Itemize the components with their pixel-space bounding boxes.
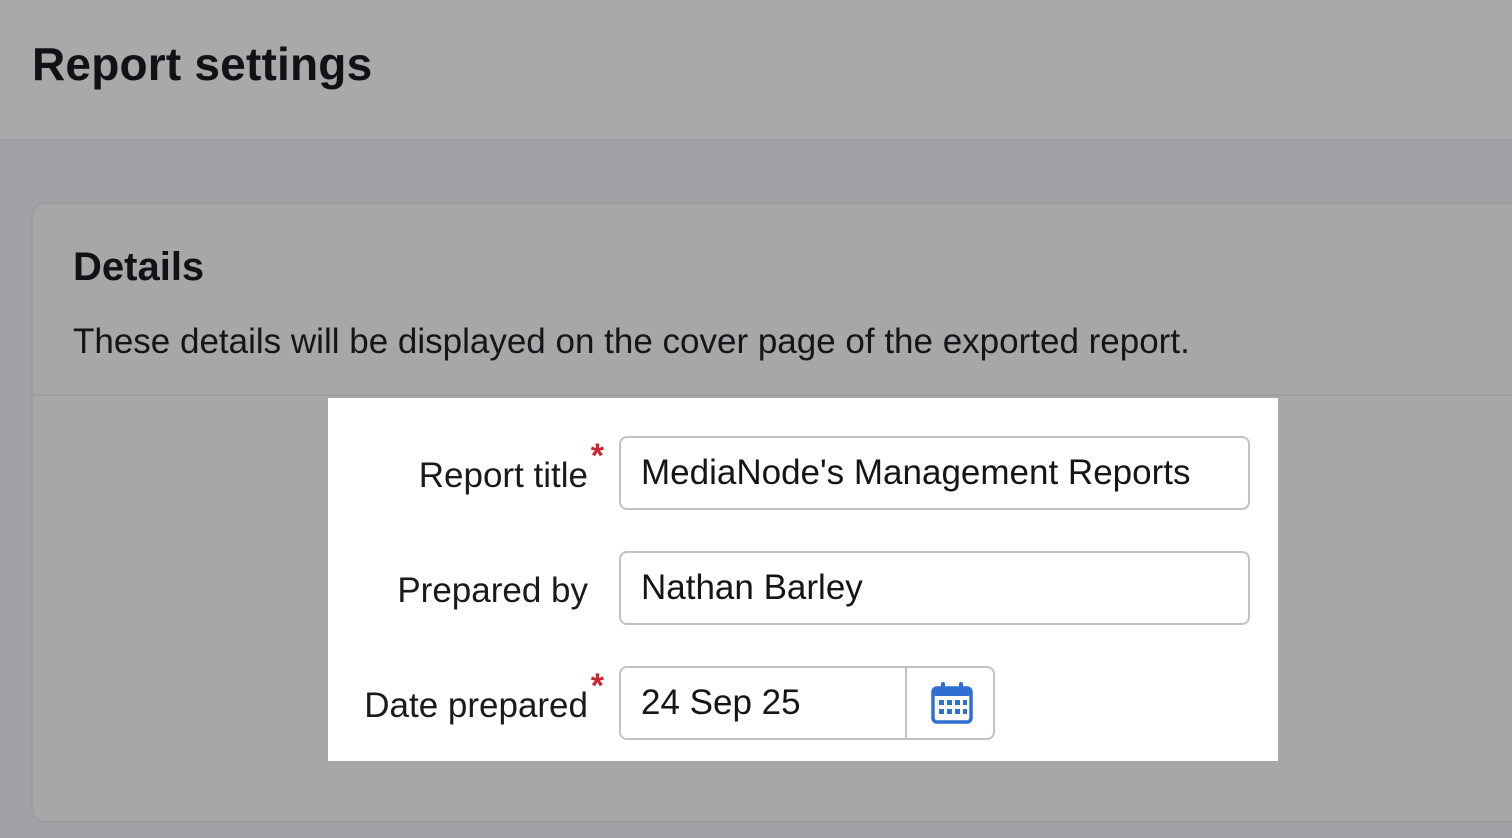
prepared-by-input[interactable] bbox=[619, 551, 1250, 625]
required-indicator: * bbox=[590, 437, 604, 475]
page-header: Report settings bbox=[0, 0, 1512, 141]
prepared-by-row: Prepared by bbox=[328, 551, 1278, 627]
date-picker bbox=[619, 666, 995, 740]
details-description: These details will be displayed on the c… bbox=[73, 322, 1190, 361]
report-title-input[interactable] bbox=[619, 436, 1250, 510]
details-form: Report title * Prepared by Date prepared… bbox=[328, 398, 1278, 761]
date-prepared-input[interactable] bbox=[621, 668, 907, 738]
report-title-label: Report title bbox=[418, 456, 588, 495]
required-indicator: * bbox=[590, 667, 604, 705]
calendar-button[interactable] bbox=[909, 668, 993, 738]
prepared-by-label: Prepared by bbox=[397, 571, 588, 610]
report-title-row: Report title * bbox=[328, 436, 1278, 512]
date-prepared-row: Date prepared * bbox=[328, 666, 1278, 742]
date-prepared-label: Date prepared bbox=[364, 686, 588, 725]
calendar-icon bbox=[931, 682, 973, 724]
details-card-header: Details These details will be displayed … bbox=[33, 204, 1512, 396]
page-title: Report settings bbox=[32, 38, 373, 90]
details-title: Details bbox=[73, 245, 205, 289]
